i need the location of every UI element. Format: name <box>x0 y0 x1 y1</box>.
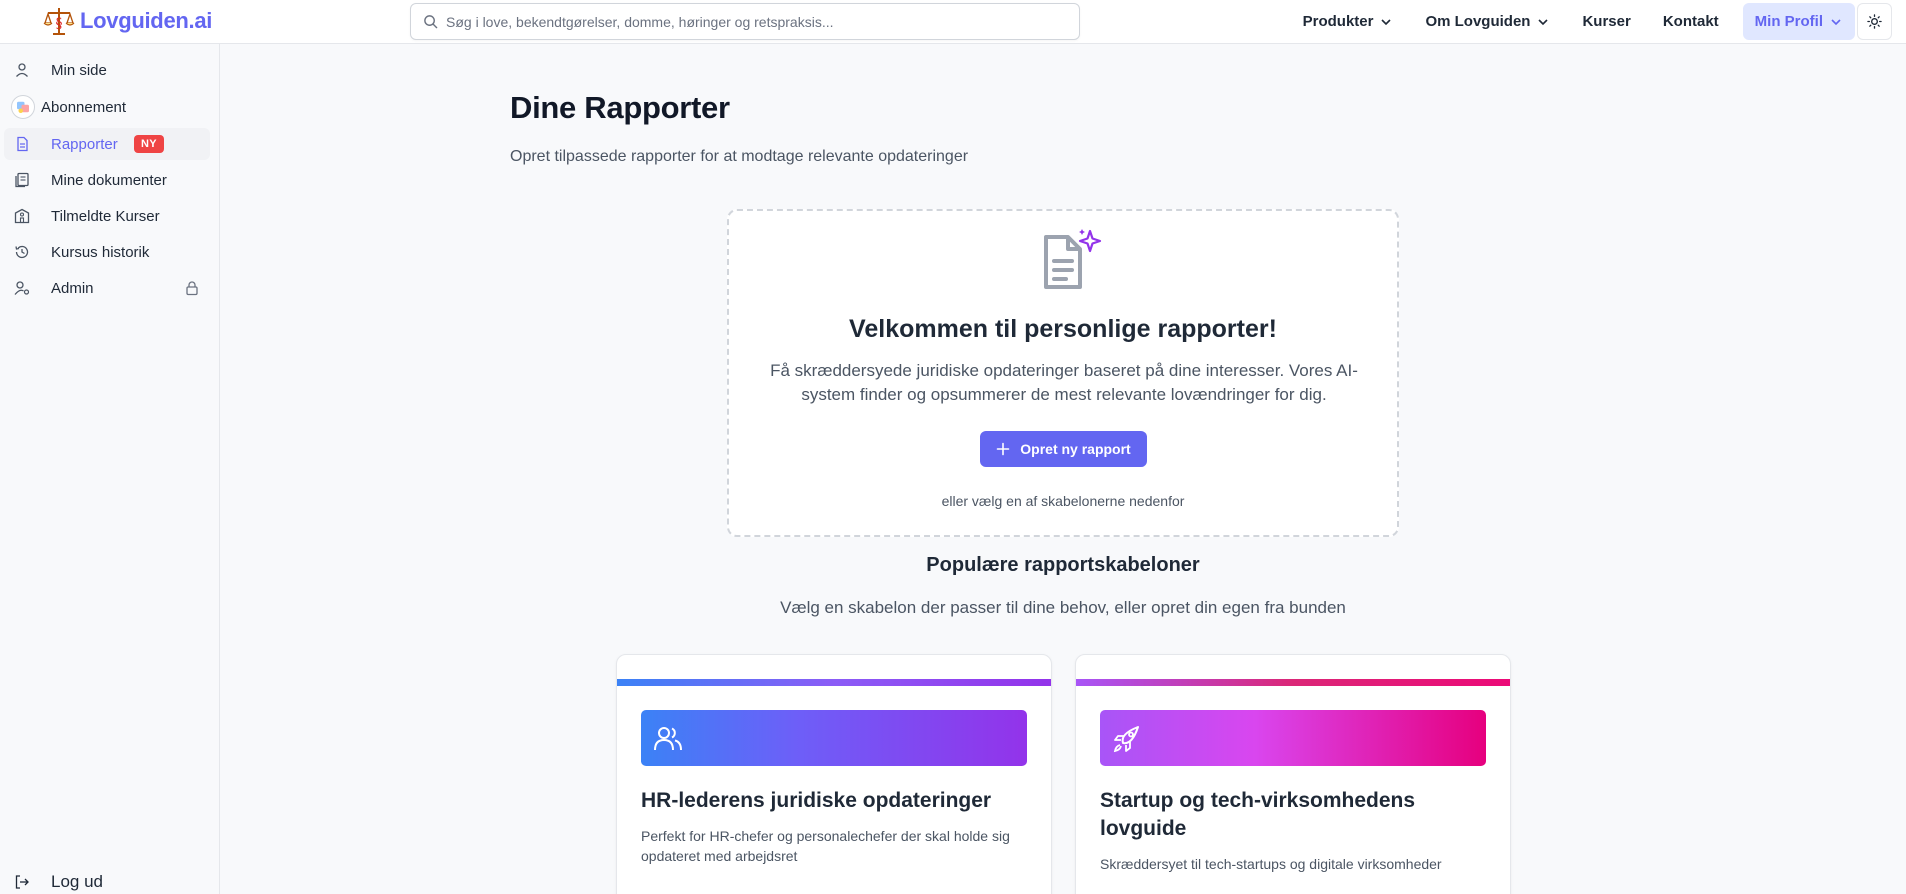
lock-icon <box>186 281 198 296</box>
file-text-icon <box>14 136 30 152</box>
templates-title: Populære rapportskabeloner <box>926 554 1200 576</box>
sidebar-item-min-side[interactable]: Min side <box>4 54 210 86</box>
chevron-down-icon <box>1831 18 1841 25</box>
new-badge: NY <box>134 135 164 153</box>
template-hint: eller vælg en af skabelonerne nedenfor <box>941 493 1185 509</box>
page-subtitle: Opret tilpassede rapporter for at modtag… <box>510 148 969 165</box>
users-icon <box>654 727 682 751</box>
welcome-description: Få skræddersyede juridiske opdateringer … <box>770 361 1358 404</box>
nav-kontakt[interactable]: Kontakt <box>1647 3 1735 40</box>
search-icon <box>424 15 438 29</box>
sidebar-item-abonnement[interactable]: Abonnement <box>4 91 210 123</box>
templates-subtitle: Vælg en skabelon der passer til dine beh… <box>780 598 1346 617</box>
nav-kurser-label: Kurser <box>1582 13 1631 30</box>
card-accent-bar <box>1076 679 1510 686</box>
create-report-button[interactable]: Opret ny rapport <box>980 431 1147 467</box>
sidebar-item-tilmeldte-kurser[interactable]: Tilmeldte Kurser <box>4 200 210 232</box>
document-sparkle-icon <box>1044 229 1102 289</box>
sidebar-item-label: Abonnement <box>41 98 127 116</box>
nav-produkter-label: Produkter <box>1302 13 1374 30</box>
create-report-label: Opret ny rapport <box>1020 441 1131 457</box>
sidebar-item-label: Tilmeldte Kurser <box>51 207 160 225</box>
user-cog-icon <box>14 280 30 296</box>
subscription-avatar-icon <box>11 95 35 119</box>
sidebar-item-label: Rapporter <box>51 135 118 153</box>
nav-min-profil[interactable]: Min Profil <box>1742 3 1855 40</box>
main-nav: Produkter Om Lovguiden Kurser Kontakt Mi… <box>1287 3 1906 40</box>
logout-icon <box>15 875 29 889</box>
sidebar-item-label: Admin <box>51 279 94 297</box>
sidebar-item-mine-dokumenter[interactable]: Mine dokumenter <box>4 164 210 196</box>
template-card-hr[interactable]: HR-lederens juridiske opdateringer Perfe… <box>616 654 1052 894</box>
card-banner <box>1100 710 1486 766</box>
card-title: Startup og tech-virksomhedens lovguide <box>1100 789 1416 840</box>
theme-toggle-button[interactable] <box>1857 3 1892 40</box>
welcome-panel: Velkommen til personlige rapporter! Få s… <box>727 209 1399 537</box>
top-header: § Lovguiden.ai Produkter Om Lovguiden Ku… <box>0 0 1906 44</box>
school-icon <box>14 208 30 224</box>
plus-icon <box>996 442 1010 456</box>
logo[interactable]: § Lovguiden.ai <box>42 4 212 38</box>
card-title: HR-lederens juridiske opdateringer <box>641 789 992 812</box>
history-icon <box>14 244 30 260</box>
sun-icon <box>1867 14 1882 29</box>
logout-label: Log ud <box>51 872 103 891</box>
sidebar-item-label: Min side <box>51 61 107 79</box>
nav-om-lovguiden[interactable]: Om Lovguiden <box>1409 3 1566 40</box>
nav-om-label: Om Lovguiden <box>1425 13 1531 30</box>
logo-text: Lovguiden.ai <box>80 8 213 33</box>
svg-text:§: § <box>56 16 63 32</box>
nav-kontakt-label: Kontakt <box>1662 13 1719 30</box>
scales-logo-icon: § <box>43 8 75 35</box>
nav-profil-label: Min Profil <box>1754 13 1823 30</box>
search-input[interactable] <box>446 13 1066 30</box>
chevron-down-icon <box>1538 18 1549 25</box>
card-banner <box>641 710 1027 766</box>
rocket-icon <box>1113 726 1139 753</box>
sidebar-item-label: Kursus historik <box>51 243 150 261</box>
sidebar-item-kursus-historik[interactable]: Kursus historik <box>4 236 210 268</box>
nav-kurser[interactable]: Kurser <box>1566 3 1646 40</box>
card-description: Skræddersyet til tech-startups og digita… <box>1100 856 1442 872</box>
card-accent-bar <box>617 679 1051 686</box>
nav-produkter[interactable]: Produkter <box>1287 3 1410 40</box>
logout-button[interactable]: Log ud <box>4 866 210 894</box>
search-bar[interactable] <box>410 3 1080 40</box>
sidebar-item-admin[interactable]: Admin <box>4 272 210 304</box>
card-description: Perfekt for HR-chefer og personalechefer… <box>641 828 1010 864</box>
user-icon <box>14 62 30 78</box>
chevron-down-icon <box>1381 18 1392 25</box>
sidebar-item-rapporter[interactable]: Rapporter NY <box>4 128 210 160</box>
page-title: Dine Rapporter <box>510 90 730 125</box>
documents-icon <box>14 172 30 188</box>
sidebar: Min side Abonnement Rapporter NY Mine do… <box>0 44 220 894</box>
template-card-startup[interactable]: Startup og tech-virksomhedens lovguide S… <box>1075 654 1511 894</box>
welcome-title: Velkommen til personlige rapporter! <box>849 315 1277 343</box>
sidebar-item-label: Mine dokumenter <box>51 171 167 189</box>
